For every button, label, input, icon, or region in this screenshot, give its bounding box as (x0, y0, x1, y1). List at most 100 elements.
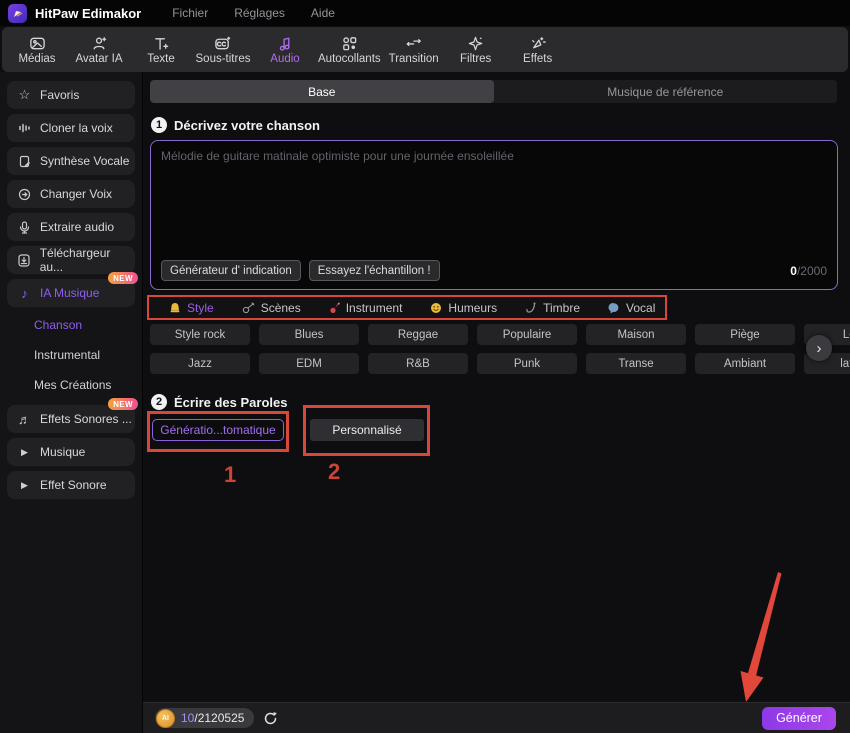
sidebar-item-effets-sonores[interactable]: ♬ Effets Sonores ... NEW (7, 405, 135, 433)
generate-button[interactable]: Générer (762, 707, 836, 730)
tool-effets[interactable]: Effets (509, 29, 567, 70)
expand-triangle-icon: ▶ (17, 480, 32, 491)
subitem-label: Chanson (34, 318, 82, 332)
effects-icon (529, 34, 546, 52)
app-logo-icon (8, 4, 27, 23)
char-count-current: 0 (790, 264, 797, 278)
tool-label: Texte (147, 53, 175, 65)
chip-maison[interactable]: Maison (586, 324, 686, 345)
tool-label: Effets (523, 53, 552, 65)
step-number-badge: 1 (151, 117, 167, 133)
tool-medias[interactable]: Médias (8, 29, 66, 70)
app-window: HitPaw Edimakor Fichier Réglages Aide Mé… (0, 0, 850, 733)
star-icon: ☆ (17, 87, 32, 103)
microphone-icon (17, 221, 32, 234)
chip-blues[interactable]: Blues (259, 324, 359, 345)
tool-label: Avatar IA (75, 53, 122, 65)
sidebar-item-effet-sonore[interactable]: ▶ Effet Sonore (7, 471, 135, 499)
tool-label: Audio (270, 53, 299, 65)
chip-piege[interactable]: Piège (695, 324, 795, 345)
chip-jazz[interactable]: Jazz (150, 353, 250, 374)
credits-counter: 10/2120525 (181, 711, 244, 725)
genre-chips-row2: Jazz EDM R&B Punk Transe Ambiant latino (150, 353, 850, 374)
category-annotation-frame: Style Scènes Instrument Humeurs (147, 295, 667, 320)
sidebar-item-label: Favoris (40, 88, 79, 102)
chip-style-rock[interactable]: Style rock (150, 324, 250, 345)
sidebar-item-ia-musique[interactable]: ♪ IA Musique NEW (7, 279, 135, 307)
lyrics-section-header: 2 Écrire des Paroles (151, 394, 287, 410)
sidebar-item-favoris[interactable]: ☆ Favoris (7, 81, 135, 109)
mode-tabs: Base Musique de référence (150, 80, 837, 103)
bell-icon (169, 302, 181, 314)
music-notes-icon: ♬ (17, 412, 32, 427)
refresh-icon[interactable] (263, 711, 278, 726)
sidebar-item-label: Effets Sonores ... (40, 412, 132, 426)
annotation-arrow (735, 572, 791, 704)
tool-audio[interactable]: Audio (256, 29, 314, 70)
sidebar-item-label: Synthèse Vocale (40, 154, 129, 168)
mic-red-icon (329, 302, 340, 314)
category-humeurs[interactable]: Humeurs (416, 301, 511, 315)
chip-edm[interactable]: EDM (259, 353, 359, 374)
tool-sous-titres[interactable]: Sous-titres (194, 29, 252, 70)
category-instrument[interactable]: Instrument (315, 301, 417, 315)
sidebar-subitem-instrumental[interactable]: Instrumental (0, 343, 142, 367)
transition-icon (405, 34, 423, 52)
sidebar-item-label: Extraire audio (40, 220, 114, 234)
annotation-box-2 (303, 405, 430, 456)
category-label: Instrument (346, 301, 403, 315)
credits-used: 10 (181, 711, 194, 725)
menu-fichier[interactable]: Fichier (163, 6, 217, 20)
tab-musique-reference[interactable]: Musique de référence (494, 80, 838, 103)
chip-transe[interactable]: Transe (586, 353, 686, 374)
tool-filtres[interactable]: Filtres (447, 29, 505, 70)
tool-autocollants[interactable]: Autocollants (318, 29, 381, 70)
sidebar-subitem-mes-creations[interactable]: Mes Créations (0, 373, 142, 397)
tool-transition[interactable]: Transition (385, 29, 443, 70)
new-badge: NEW (108, 398, 138, 410)
sidebar-subitem-chanson[interactable]: Chanson (0, 313, 142, 337)
chip-punk[interactable]: Punk (477, 353, 577, 374)
filters-icon (467, 34, 484, 52)
saxophone-icon (525, 302, 537, 314)
titlebar: HitPaw Edimakor Fichier Réglages Aide (0, 0, 850, 26)
category-label: Timbre (543, 301, 580, 315)
sidebar-item-cloner-la-voix[interactable]: Cloner la voix (7, 114, 135, 142)
footer-bar: AI 10/2120525 Générer (143, 702, 850, 733)
sidebar-item-extraire-audio[interactable]: Extraire audio (7, 213, 135, 241)
sidebar-item-telechargeur-audio[interactable]: Téléchargeur au... (7, 246, 135, 274)
app-title: HitPaw Edimakor (35, 6, 141, 21)
song-description-input[interactable]: Mélodie de guitare matinale optimiste po… (150, 140, 838, 290)
menu-aide[interactable]: Aide (302, 6, 344, 20)
chip-populaire[interactable]: Populaire (477, 324, 577, 345)
category-style[interactable]: Style (155, 301, 228, 315)
input-placeholder: Mélodie de guitare matinale optimiste po… (161, 149, 827, 163)
smiley-icon (430, 302, 442, 314)
category-timbre[interactable]: Timbre (511, 301, 594, 315)
tab-base[interactable]: Base (150, 80, 494, 103)
sidebar-item-musique[interactable]: ▶ Musique (7, 438, 135, 466)
document-pen-icon (17, 155, 32, 168)
tool-texte[interactable]: Texte (132, 29, 190, 70)
sidebar-item-changer-voix[interactable]: Changer Voix (7, 180, 135, 208)
try-sample-button[interactable]: Essayez l'échantillon ! (309, 260, 440, 281)
category-scenes[interactable]: Scènes (228, 301, 315, 315)
waveform-icon (17, 122, 32, 134)
chips-scroll-right-button[interactable]: › (806, 335, 832, 361)
chip-ambiant[interactable]: Ambiant (695, 353, 795, 374)
category-vocal[interactable]: Vocal (594, 301, 669, 315)
tool-label: Médias (18, 53, 55, 65)
prompt-generator-button[interactable]: Générateur d' indication (161, 260, 301, 281)
tool-avatar-ia[interactable]: Avatar IA (70, 29, 128, 70)
chip-reggae[interactable]: Reggae (368, 324, 468, 345)
media-icon (29, 34, 46, 52)
sidebar-item-label: Effet Sonore (40, 478, 107, 492)
tool-label: Autocollants (318, 53, 381, 65)
voice-change-icon (17, 188, 32, 201)
genre-chips-row1: Style rock Blues Reggae Populaire Maison… (150, 324, 850, 345)
text-icon (153, 34, 170, 52)
chip-rnb[interactable]: R&B (368, 353, 468, 374)
expand-triangle-icon: ▶ (17, 447, 32, 458)
menu-reglages[interactable]: Réglages (225, 6, 294, 20)
sidebar-item-synthese-vocale[interactable]: Synthèse Vocale (7, 147, 135, 175)
